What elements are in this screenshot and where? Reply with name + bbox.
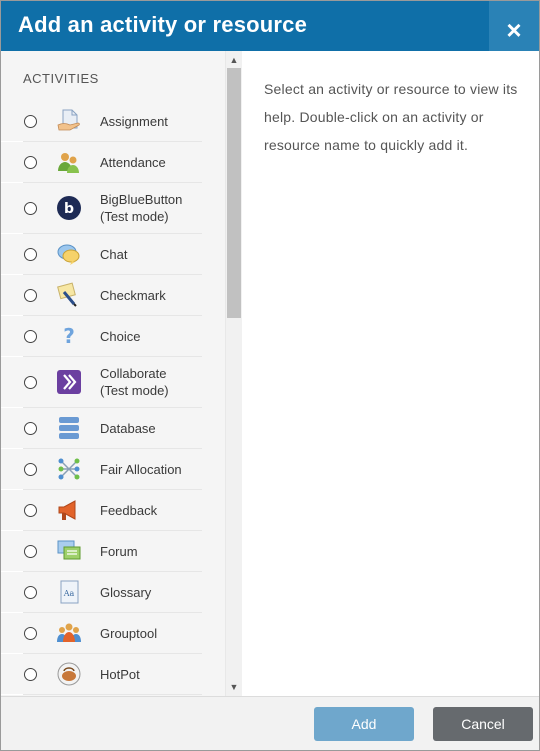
attendance-icon <box>58 153 79 173</box>
database-icon <box>59 417 79 439</box>
radio-feedback[interactable] <box>24 504 37 517</box>
add-activity-dialog: Add an activity or resource × ACTIVITIES… <box>0 0 540 751</box>
activity-label: Glossary <box>100 585 152 600</box>
scrollbar-thumb[interactable] <box>227 68 241 318</box>
choice-icon: ? <box>63 324 75 348</box>
radio-database[interactable] <box>24 422 37 435</box>
dialog-title: Add an activity or resource <box>18 12 308 37</box>
activity-label: Forum <box>100 544 138 559</box>
activity-label: Database <box>100 421 156 436</box>
activity-label: Attendance <box>100 155 166 170</box>
glossary-icon: Aa <box>60 580 79 604</box>
activity-label: Grouptool <box>100 626 158 641</box>
feedback-icon <box>58 500 76 520</box>
activity-label: HotPot <box>100 667 140 682</box>
svg-text:Aa: Aa <box>63 589 75 598</box>
activity-item-forum[interactable]: Forum <box>1 531 202 572</box>
activity-item-checkmark[interactable]: Checkmark <box>1 275 202 316</box>
activity-item-bigbluebutton[interactable]: b BigBlueButton (Test mode) <box>1 183 202 234</box>
activity-list-panel: ACTIVITIES Assignment Attendance b BigBl… <box>1 51 242 696</box>
checkmark-icon <box>57 282 77 307</box>
help-text: Select an activity or resource to view i… <box>264 81 518 153</box>
activity-label: Assignment <box>100 114 168 129</box>
add-button[interactable]: Add <box>314 707 414 741</box>
svg-text:b: b <box>64 201 74 217</box>
radio-checkmark[interactable] <box>24 289 37 302</box>
dialog-header: Add an activity or resource × <box>1 1 539 51</box>
radio-fair-allocation[interactable] <box>24 463 37 476</box>
close-icon: × <box>506 15 522 45</box>
dialog-footer: Add Cancel <box>1 696 539 750</box>
activity-item-attendance[interactable]: Attendance <box>1 142 202 183</box>
activity-item-chat[interactable]: Chat <box>1 234 202 275</box>
hotpot-icon <box>57 662 81 686</box>
forum-icon <box>57 540 81 560</box>
activity-label: Checkmark <box>100 288 166 303</box>
radio-bigbluebutton[interactable] <box>24 202 37 215</box>
activity-item-database[interactable]: Database <box>1 408 202 449</box>
activity-item-feedback[interactable]: Feedback <box>1 490 202 531</box>
activity-label: BigBlueButton (Test mode) <box>100 192 183 224</box>
fair-allocation-icon <box>58 458 80 480</box>
scroll-down-arrow-icon[interactable]: ▼ <box>226 680 242 694</box>
activity-label: Choice <box>100 329 141 344</box>
radio-collaborate[interactable] <box>24 376 37 389</box>
activity-label: Collaborate (Test mode) <box>100 366 169 398</box>
cancel-button[interactable]: Cancel <box>433 707 533 741</box>
scroll-up-arrow-icon[interactable]: ▲ <box>226 53 242 67</box>
activity-item-hotpot[interactable]: HotPot <box>1 654 202 695</box>
radio-chat[interactable] <box>24 248 37 261</box>
activity-item-collaborate[interactable]: Collaborate (Test mode) <box>1 357 202 408</box>
section-label-activities: ACTIVITIES <box>23 71 99 86</box>
chat-icon <box>57 244 80 265</box>
activity-item-grouptool[interactable]: Grouptool <box>1 613 202 654</box>
activity-item-choice[interactable]: ? Choice <box>1 316 202 357</box>
close-button[interactable]: × <box>489 1 539 51</box>
activity-label: Fair Allocation <box>100 462 182 477</box>
activity-item-fair-allocation[interactable]: Fair Allocation <box>1 449 202 490</box>
bigbluebutton-icon: b <box>57 196 81 220</box>
radio-hotpot[interactable] <box>24 668 37 681</box>
grouptool-icon <box>57 623 81 642</box>
radio-attendance[interactable] <box>24 156 37 169</box>
radio-forum[interactable] <box>24 545 37 558</box>
assignment-icon <box>57 109 80 131</box>
radio-assignment[interactable] <box>24 115 37 128</box>
activity-item-assignment[interactable]: Assignment <box>1 101 202 142</box>
radio-choice[interactable] <box>24 330 37 343</box>
activity-label: Feedback <box>100 503 158 518</box>
help-panel: Select an activity or resource to view i… <box>242 51 539 696</box>
activity-list-scrollbar[interactable]: ▲ ▼ <box>225 51 242 696</box>
svg-text:?: ? <box>63 324 75 348</box>
activity-item-glossary[interactable]: Aa Glossary <box>1 572 202 613</box>
radio-grouptool[interactable] <box>24 627 37 640</box>
collaborate-icon <box>57 370 81 394</box>
radio-glossary[interactable] <box>24 586 37 599</box>
activity-label: Chat <box>100 247 128 262</box>
activity-list: Assignment Attendance b BigBlueButton (T… <box>1 101 225 695</box>
